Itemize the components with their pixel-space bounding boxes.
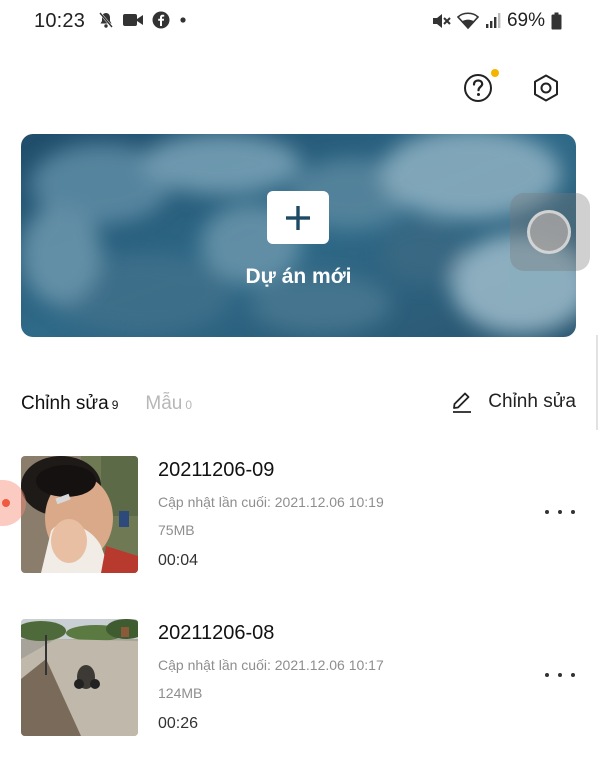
project-size: 124MB xyxy=(158,685,203,701)
floating-assistive-button[interactable] xyxy=(510,193,590,271)
notification-badge xyxy=(491,69,499,77)
project-thumbnail xyxy=(21,456,138,573)
mute-icon xyxy=(432,14,451,28)
project-title: 20211206-09 xyxy=(158,459,275,481)
project-item[interactable]: 20211206-08 Cập nhật lần cuối: 2021.12.0… xyxy=(21,619,581,739)
touch-point-icon xyxy=(2,499,10,507)
project-last-updated: Cập nhật lần cuối: 2021.12.06 10:17 xyxy=(158,657,384,673)
more-dot-icon xyxy=(558,510,562,514)
tab-templates[interactable]: Mẫu 0 xyxy=(145,393,192,415)
video-call-icon xyxy=(123,14,143,26)
project-tabs: Chỉnh sửa 9 Mẫu 0 xyxy=(21,393,192,415)
project-thumbnail-image xyxy=(21,456,138,573)
project-item[interactable]: 20211206-09 Cập nhật lần cuối: 2021.12.0… xyxy=(21,456,581,576)
project-more-options-button[interactable] xyxy=(545,669,575,681)
pencil-icon xyxy=(453,392,472,413)
help-button[interactable] xyxy=(460,69,499,106)
project-duration: 00:26 xyxy=(158,715,199,732)
new-project-label: Dự án mới xyxy=(245,265,352,288)
project-thumbnail-image xyxy=(21,619,138,736)
edit-projects-label: Chỉnh sửa xyxy=(488,391,576,412)
status-notification-icons xyxy=(98,11,188,29)
project-more-options-button[interactable] xyxy=(545,506,575,518)
mute-notification-icon xyxy=(99,12,113,28)
project-duration: 00:04 xyxy=(158,552,199,569)
new-project-banner[interactable]: Dự án mới xyxy=(21,134,576,337)
more-dot-icon xyxy=(558,673,562,677)
new-project-plus-button[interactable] xyxy=(267,191,329,244)
more-dot-icon xyxy=(571,510,575,514)
tab-templates-label: Mẫu xyxy=(145,393,183,414)
facebook-icon xyxy=(152,11,170,29)
status-time: 10:23 xyxy=(34,10,86,32)
edit-projects-button[interactable]: Chỉnh sửa xyxy=(450,390,576,414)
tab-templates-count: 0 xyxy=(185,398,193,412)
plus-icon xyxy=(286,205,310,230)
help-icon xyxy=(464,74,492,102)
settings-button[interactable] xyxy=(528,70,564,106)
settings-gear-icon xyxy=(534,74,558,102)
tab-edit-label: Chỉnh sửa xyxy=(21,393,109,414)
project-thumbnail xyxy=(21,619,138,736)
status-bar: 10:23 69% xyxy=(0,0,600,44)
more-dot-icon xyxy=(545,673,549,677)
assistive-touch-icon xyxy=(527,210,571,254)
tab-edit-count: 9 xyxy=(111,398,119,412)
battery-icon xyxy=(551,12,562,30)
signal-icon xyxy=(485,13,501,28)
scroll-indicator xyxy=(596,335,598,430)
more-dot-icon xyxy=(545,510,549,514)
wifi-icon xyxy=(456,12,479,30)
project-size: 75MB xyxy=(158,522,195,538)
project-last-updated: Cập nhật lần cuối: 2021.12.06 10:19 xyxy=(158,494,384,510)
more-notifications-dot-icon xyxy=(180,17,186,23)
tab-edit[interactable]: Chỉnh sửa 9 xyxy=(21,393,118,415)
top-actions xyxy=(460,69,564,106)
status-system-icons: 69% xyxy=(431,10,562,32)
more-dot-icon xyxy=(571,673,575,677)
project-title: 20211206-08 xyxy=(158,622,275,644)
battery-percentage: 69% xyxy=(506,10,545,31)
